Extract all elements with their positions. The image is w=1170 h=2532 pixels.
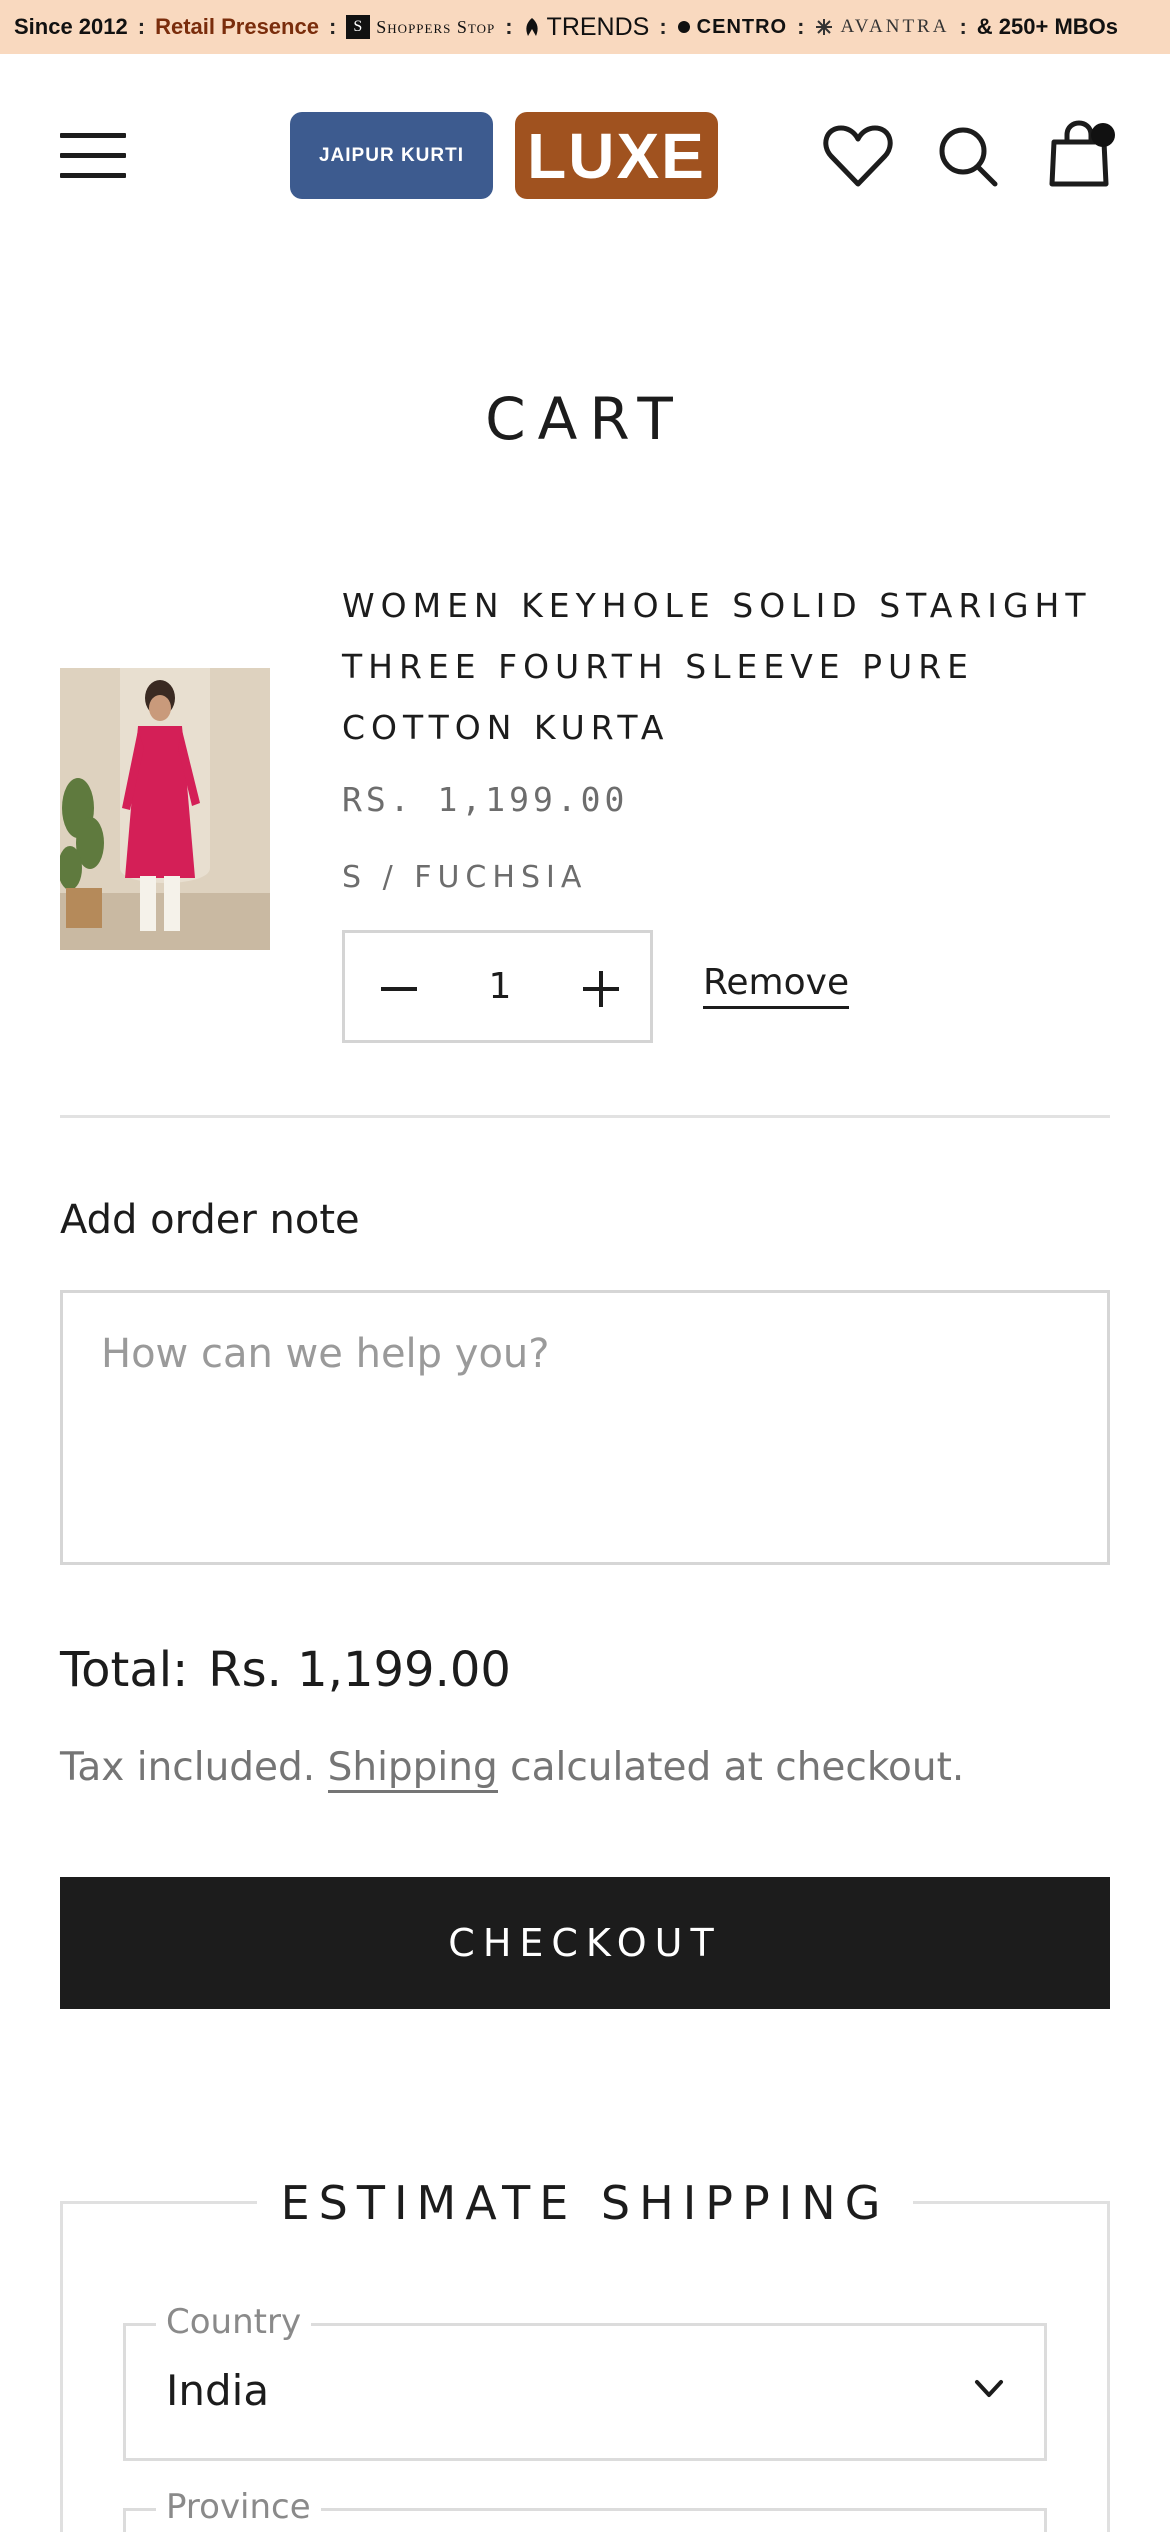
announcement-separator: : xyxy=(328,14,337,39)
luxe-logo[interactable]: LUXE xyxy=(515,112,718,199)
brand-shoppers-stop: S Shoppers Stop xyxy=(346,15,495,39)
cart-total: Total: Rs. 1,199.00 xyxy=(60,1642,511,1698)
brand-centro-label: CENTRO xyxy=(696,15,788,38)
estimate-shipping-title: ESTIMATE SHIPPING xyxy=(256,2176,914,2230)
search-icon[interactable] xyxy=(937,124,999,188)
product-thumbnail[interactable] xyxy=(60,668,270,950)
order-note-label: Add order note xyxy=(60,1197,360,1243)
brand-avantra: AVANTRA xyxy=(814,16,949,38)
announcement-bar: Since 2012 : Retail Presence : S Shopper… xyxy=(0,0,1170,54)
product-price: RS. 1,199.00 xyxy=(342,780,629,819)
brand-trends-label: TRENDS xyxy=(546,12,650,41)
shoppers-stop-logo-icon: S xyxy=(346,15,371,39)
avantra-logo-icon xyxy=(816,19,833,35)
trends-logo-icon xyxy=(525,18,538,36)
province-label: Province xyxy=(156,2487,321,2527)
divider xyxy=(60,1115,1110,1118)
brand-centro: CENTRO xyxy=(677,16,787,39)
total-value: Rs. 1,199.00 xyxy=(208,1642,511,1698)
product-image xyxy=(60,668,270,950)
province-select[interactable]: Province xyxy=(123,2487,1047,2532)
jaipur-kurti-logo[interactable]: JAIPUR KURTI xyxy=(290,112,493,199)
announcement-separator: : xyxy=(659,14,667,39)
announcement-retail: Retail Presence xyxy=(155,14,319,39)
shipping-policy-link[interactable]: Shipping xyxy=(327,1745,498,1793)
increase-quantity-button[interactable] xyxy=(583,969,623,1009)
tax-suffix: calculated at checkout. xyxy=(510,1745,965,1790)
tax-note: Tax included. Shipping calculated at che… xyxy=(60,1745,965,1793)
announcement-more: & 250+ MBOs xyxy=(976,14,1119,39)
remove-item-link[interactable]: Remove xyxy=(703,960,850,1009)
brand-avantra-label: AVANTRA xyxy=(840,16,950,37)
announcement-since: Since 2012 xyxy=(14,14,128,39)
site-header: JAIPUR KURTI LUXE xyxy=(0,54,1170,254)
announcement-separator: : xyxy=(137,14,146,39)
heart-icon[interactable] xyxy=(823,124,893,188)
brand-trends: TRENDS xyxy=(523,12,650,42)
chevron-down-icon xyxy=(975,2380,1003,2397)
product-variant: S / FUCHSIA xyxy=(342,860,588,895)
country-label: Country xyxy=(156,2302,312,2342)
centro-logo-icon xyxy=(677,21,690,33)
page-title: CART xyxy=(485,385,685,453)
order-note-input[interactable] xyxy=(60,1290,1110,1565)
announcement-separator: : xyxy=(505,14,513,39)
announcement-separator: : xyxy=(959,14,967,39)
quantity-stepper: 1 xyxy=(342,930,653,1043)
cart-count-badge xyxy=(1091,123,1115,147)
tax-prefix: Tax included. xyxy=(60,1745,316,1790)
quantity-value[interactable]: 1 xyxy=(445,933,555,1040)
estimate-shipping-heading: ESTIMATE SHIPPING xyxy=(0,2176,1170,2230)
menu-icon[interactable] xyxy=(60,133,126,179)
country-value: India xyxy=(166,2366,270,2415)
brand-shoppers-stop-label: Shoppers Stop xyxy=(376,16,496,37)
country-select[interactable]: Country India xyxy=(123,2302,1047,2461)
product-title[interactable]: WOMEN KEYHOLE SOLID STARIGHT THREE FOURT… xyxy=(342,575,1122,758)
announcement-separator: : xyxy=(797,14,805,39)
total-label: Total: xyxy=(60,1642,189,1698)
decrease-quantity-button[interactable] xyxy=(381,969,421,1009)
checkout-button[interactable]: CHECKOUT xyxy=(60,1877,1110,2009)
